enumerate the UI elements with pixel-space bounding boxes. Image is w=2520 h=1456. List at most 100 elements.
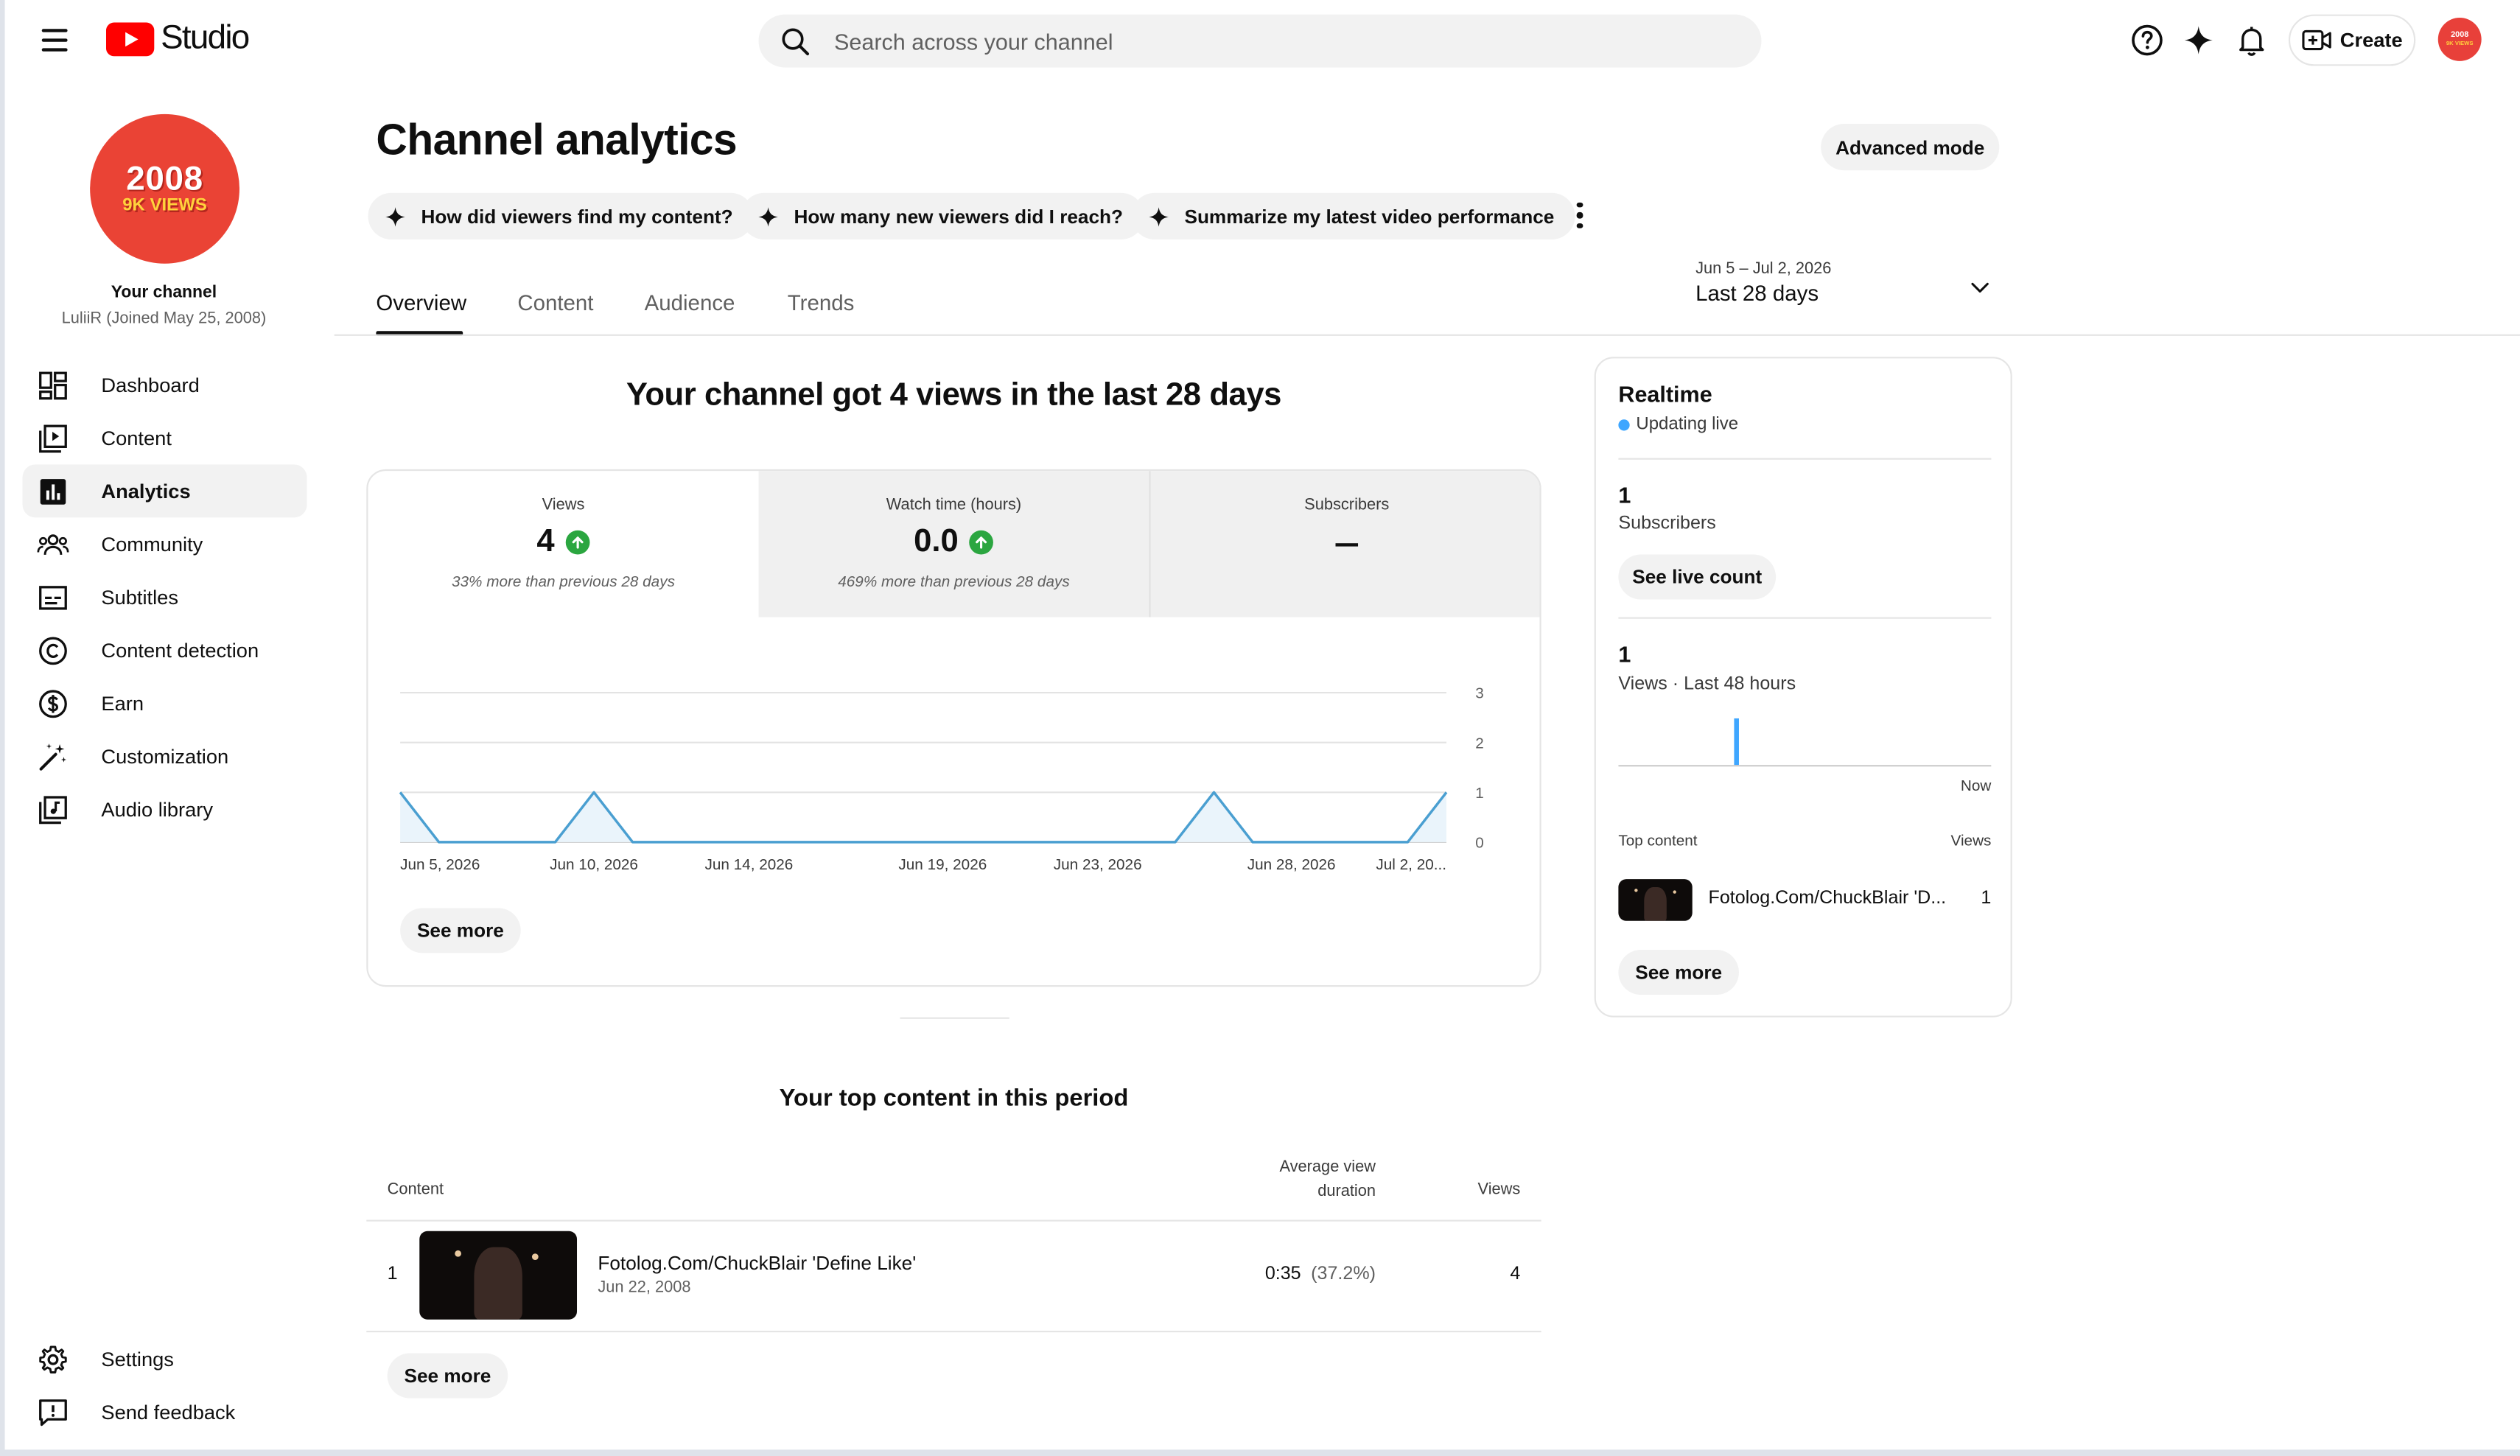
studio-logo[interactable]: Studio xyxy=(105,19,250,57)
realtime-divider xyxy=(1618,617,1992,619)
sidebar-item-settings[interactable]: Settings xyxy=(23,1332,307,1385)
x-tick-label: Jun 23, 2026 xyxy=(1054,856,1142,873)
realtime-title: Realtime xyxy=(1618,380,1712,407)
advanced-mode-button[interactable]: Advanced mode xyxy=(1821,123,2000,171)
sidebar-item-dashboard[interactable]: Dashboard xyxy=(23,358,307,411)
gear-icon xyxy=(37,1343,69,1375)
create-label: Create xyxy=(2339,29,2403,52)
metric-value: 0.0 xyxy=(758,523,1149,559)
sidebar-item-label: Analytics xyxy=(101,480,191,503)
sidebar-item-analytics[interactable]: Analytics xyxy=(22,464,307,518)
sidebar-item-customization[interactable]: Customization xyxy=(23,729,307,783)
more-options-icon[interactable] xyxy=(1567,196,1593,234)
sparkle-icon[interactable] xyxy=(2180,21,2218,59)
analytics-icon xyxy=(37,475,69,508)
tab-content[interactable]: Content xyxy=(517,291,593,315)
logo-text: Studio xyxy=(161,19,250,57)
content-icon xyxy=(37,422,69,455)
see-live-count-button[interactable]: See live count xyxy=(1618,554,1777,600)
metric-label: Views xyxy=(542,496,585,514)
realtime-views-bar xyxy=(1734,718,1739,766)
metric-tab-views[interactable]: Views 4 33% more than previous 28 days xyxy=(368,471,758,617)
metric-value-text: 4 xyxy=(536,522,555,559)
sidebar-item-label: Content xyxy=(101,427,172,449)
sidebar-item-audio-library[interactable]: Audio library xyxy=(23,783,307,836)
x-tick-label: Jun 28, 2026 xyxy=(1247,856,1336,873)
trend-up-icon xyxy=(970,529,994,554)
chart-series-line xyxy=(399,791,1448,844)
x-tick-label: Jun 19, 2026 xyxy=(898,856,987,873)
channel-avatar-views: 9K VIEWS xyxy=(122,195,207,215)
tab-audience[interactable]: Audience xyxy=(645,291,735,315)
realtime-video-title[interactable]: Fotolog.Com/ChuckBlair 'D... xyxy=(1709,889,1947,908)
y-tick-label: 0 xyxy=(1475,835,1484,852)
sidebar-item-subtitles[interactable]: Subtitles xyxy=(23,570,307,623)
notifications-bell-icon[interactable] xyxy=(2233,21,2271,59)
overview-see-more-button[interactable]: See more xyxy=(400,908,521,953)
realtime-status-text: Updating live xyxy=(1636,414,1739,434)
live-dot-icon xyxy=(1618,419,1630,430)
metric-label: Subscribers xyxy=(1304,496,1390,514)
realtime-divider xyxy=(1618,458,1992,460)
realtime-card: Realtime Updating live 1 Subscribers See… xyxy=(1594,357,2012,1018)
sidebar-item-label: Settings xyxy=(101,1347,174,1371)
realtime-views-histogram xyxy=(1618,718,1992,767)
sidebar-item-content[interactable]: Content xyxy=(23,411,307,464)
section-divider xyxy=(900,1017,1009,1019)
top-content-see-more-button[interactable]: See more xyxy=(387,1353,508,1399)
video-thumbnail[interactable] xyxy=(419,1231,578,1320)
help-icon[interactable] xyxy=(2128,21,2166,59)
sidebar-item-send-feedback[interactable]: Send feedback xyxy=(23,1385,307,1438)
date-range-label: Last 28 days xyxy=(1695,281,1819,306)
column-header-views: Views xyxy=(1477,1181,1521,1200)
realtime-see-more-button[interactable]: See more xyxy=(1618,950,1739,995)
hamburger-menu-icon[interactable] xyxy=(32,19,77,61)
sidebar-item-content-detection[interactable]: Content detection xyxy=(23,623,307,676)
ai-suggestion-chip[interactable]: How did viewers find my content? xyxy=(368,192,755,239)
realtime-top-item[interactable]: Fotolog.Com/ChuckBlair 'D... 1 xyxy=(1618,879,1991,923)
community-icon xyxy=(37,528,69,560)
search-input[interactable] xyxy=(834,28,1735,55)
ai-suggestion-chip[interactable]: How many new viewers did I reach? xyxy=(741,192,1144,239)
avatar-year-text: 2008 xyxy=(2451,29,2469,40)
chart-area xyxy=(400,792,1447,842)
tab-trends[interactable]: Trends xyxy=(788,291,855,315)
magic-wand-icon xyxy=(37,740,69,772)
top-content-title: Your top content in this period xyxy=(779,1085,1129,1113)
y-tick-label: 3 xyxy=(1475,685,1484,702)
realtime-views-value: 1 xyxy=(1618,641,1631,668)
date-range-picker[interactable]: Jun 5 – Jul 2, 2026 Last 28 days xyxy=(1695,260,2001,315)
video-date: Jun 22, 2008 xyxy=(598,1279,691,1298)
youtube-logo-icon xyxy=(105,21,155,56)
ai-suggestion-chip[interactable]: Summarize my latest video performance xyxy=(1131,192,1575,239)
video-title[interactable]: Fotolog.Com/ChuckBlair 'Define Like' xyxy=(598,1252,916,1275)
sparkle-icon xyxy=(758,206,778,226)
table-row[interactable]: 1 Fotolog.Com/ChuckBlair 'Define Like' J… xyxy=(366,1222,1541,1331)
feedback-icon xyxy=(37,1396,69,1428)
metric-tab-subscribers[interactable]: Subscribers xyxy=(1150,471,1540,617)
now-label: Now xyxy=(1960,777,1992,796)
studio-root: Studio Create 2008 9K VIEWS 2008 9K VIEW… xyxy=(0,0,2520,1456)
realtime-video-views: 1 xyxy=(1981,889,1992,909)
your-channel-label: Your channel xyxy=(111,282,217,303)
search-bar[interactable] xyxy=(758,14,1762,68)
copyright-icon xyxy=(37,634,69,666)
tab-overview[interactable]: Overview xyxy=(376,291,466,315)
metric-value xyxy=(1151,524,1540,559)
avd-value: 0:35 xyxy=(1264,1264,1301,1284)
metric-comparison: 33% more than previous 28 days xyxy=(451,573,675,592)
channel-avatar[interactable]: 2008 9K VIEWS xyxy=(90,113,239,264)
views-chart: 0 1 2 3 Jun 5, 2026 Jun 10, 2026 Jun 14, 2026 J… xyxy=(399,685,1484,873)
metric-value: 4 xyxy=(368,522,758,559)
video-views: 4 xyxy=(1510,1264,1521,1284)
video-thumbnail[interactable] xyxy=(1618,879,1693,921)
sidebar-item-community[interactable]: Community xyxy=(23,517,307,570)
sidebar-item-earn[interactable]: Earn xyxy=(23,676,307,729)
create-button[interactable]: Create xyxy=(2288,14,2416,66)
trend-up-icon xyxy=(565,529,590,554)
sidebar-item-label: Earn xyxy=(101,691,144,715)
date-range-dates: Jun 5 – Jul 2, 2026 xyxy=(1695,260,1832,279)
metric-tab-watch-time[interactable]: Watch time (hours) 0.0 469% more than pr… xyxy=(758,471,1149,617)
dollar-icon xyxy=(37,687,69,719)
account-avatar[interactable]: 2008 9K VIEWS xyxy=(2437,17,2482,61)
